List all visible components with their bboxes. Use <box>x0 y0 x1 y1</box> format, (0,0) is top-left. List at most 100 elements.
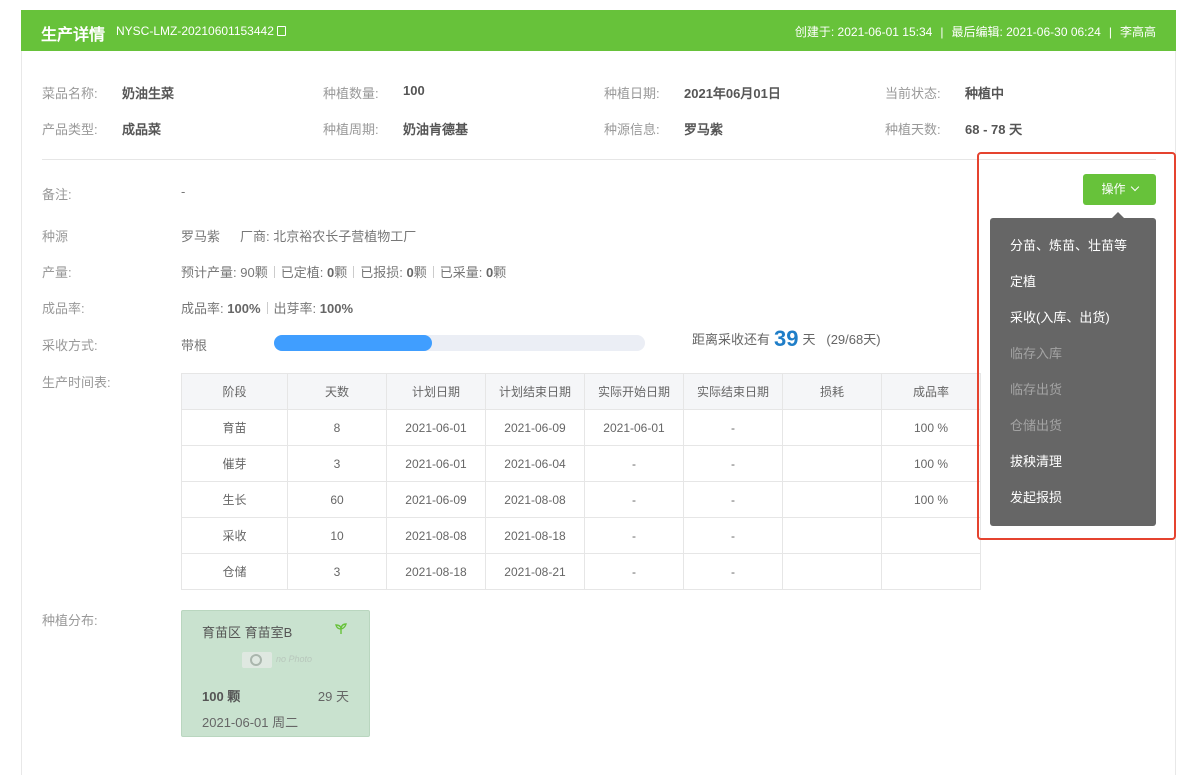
menu-item-clear-seedlings[interactable]: 拔秧清理 <box>990 444 1156 480</box>
table-cell: 2021-06-09 <box>485 409 585 446</box>
yield-expected-value: 90颗 <box>240 265 268 280</box>
table-cell: - <box>584 517 684 554</box>
rate-product-value: 100% <box>227 301 261 316</box>
rate-sprout-value: 100% <box>319 301 353 316</box>
table-cell <box>782 481 882 518</box>
table-cell: 100 % <box>881 409 981 446</box>
divider <box>273 266 275 278</box>
distribution-label: 种植分布: <box>42 613 98 628</box>
created-time: 创建于: 2021-06-01 15:34 <box>794 25 933 39</box>
rate-values: 成品率: 100% 出芽率: 100% <box>181 298 353 317</box>
table-cell: - <box>584 481 684 518</box>
yield-lost-label: 已报损: <box>360 265 403 280</box>
operation-button-label: 操作 <box>1101 182 1126 196</box>
yield-lost-value: 0 <box>406 265 414 280</box>
column-header: 损耗 <box>782 373 882 410</box>
divider <box>353 266 355 278</box>
schedule-table: 阶段 天数 计划日期 计划结束日期 实际开始日期 实际结束日期 损耗 成品率 育… <box>181 373 981 590</box>
column-header: 天数 <box>287 373 387 410</box>
harvest-method-value: 带根 <box>181 338 208 353</box>
seed-name: 罗马紫 <box>181 229 221 244</box>
table-header-row: 阶段 天数 计划日期 计划结束日期 实际开始日期 实际结束日期 损耗 成品率 <box>181 373 981 410</box>
plant-quantity-label: 种植数量: <box>323 86 379 101</box>
table-cell: 3 <box>287 445 387 482</box>
rate-sprout-label: 出芽率: <box>273 301 317 316</box>
plant-cycle-label: 种植周期: <box>323 122 379 137</box>
table-cell <box>782 553 882 590</box>
dish-name-label: 菜品名称: <box>42 86 98 101</box>
yield-planted-unit: 颗 <box>334 265 348 280</box>
table-row: 催芽 3 2021-06-01 2021-06-04- -100 % <box>181 445 981 482</box>
no-photo-placeholder: no Photo <box>242 652 327 668</box>
table-cell: 100 % <box>881 481 981 518</box>
copy-icon[interactable] <box>276 26 286 36</box>
table-cell: 2021-06-01 <box>584 409 684 446</box>
table-cell: 2021-06-04 <box>485 445 585 482</box>
menu-item-temp-stock-out: 临存出货 <box>1010 382 1063 397</box>
table-cell: - <box>683 481 783 518</box>
table-cell: 3 <box>287 553 387 590</box>
countdown-unit: 天 <box>802 332 816 347</box>
operation-button[interactable]: 操作 <box>1083 174 1156 205</box>
menu-item-temp-stock-in: 临存入库 <box>1010 346 1063 361</box>
remark-value: - <box>181 184 186 199</box>
table-cell: - <box>683 445 783 482</box>
table-cell <box>881 553 981 590</box>
column-header: 阶段 <box>181 373 288 410</box>
harvest-countdown: 距离采收还有 39 天 (29/68天) <box>692 326 881 352</box>
camera-icon <box>242 652 272 668</box>
column-header: 实际开始日期 <box>584 373 684 410</box>
meta-separator: | <box>940 25 944 39</box>
yield-expected-label: 预计产量: <box>181 265 237 280</box>
table-cell: 育苗 <box>181 409 288 446</box>
plant-quantity-value: 100 <box>403 83 425 98</box>
plant-date: 2021-06-01 周二 <box>202 715 299 730</box>
edited-time: 最后编辑: 2021-06-30 06:24 <box>951 25 1101 39</box>
table-cell: 2021-08-18 <box>386 553 486 590</box>
no-photo-text: no Photo <box>276 654 313 664</box>
menu-item-report-loss[interactable]: 发起报损 <box>990 480 1156 516</box>
countdown-days: 39 <box>774 326 799 351</box>
dish-name-value: 奶油生菜 <box>122 86 175 101</box>
header-meta: 创建于: 2021-06-01 15:34 | 最后编辑: 2021-06-30 0… <box>795 23 1156 40</box>
plant-count: 100 颗 <box>202 689 241 704</box>
record-code-text: NYSC-LMZ-20210601153442 <box>116 24 274 38</box>
table-cell: 生长 <box>181 481 288 518</box>
table-cell <box>782 445 882 482</box>
rate-product-label: 成品率: <box>181 301 224 316</box>
table-cell <box>782 517 882 554</box>
page-header: 生产详情 NYSC-LMZ-20210601153442 创建于: 2021-0… <box>21 10 1176 51</box>
seed-value: 罗马紫 厂商: 北京裕农长子营植物工厂 <box>181 226 416 245</box>
meta-separator: | <box>1108 25 1112 39</box>
table-cell: - <box>584 445 684 482</box>
menu-item-transplant-seedlings[interactable]: 分苗、炼苗、壮苗等 <box>990 228 1156 264</box>
table-cell: 2021-08-21 <box>485 553 585 590</box>
plant-date-label: 种植日期: <box>604 86 660 101</box>
menu-item-warehouse-out: 仓储出货 <box>1010 418 1063 433</box>
editor-name: 李高高 <box>1119 25 1156 39</box>
table-cell <box>782 409 882 446</box>
table-cell: 100 % <box>881 445 981 482</box>
plant-location-card[interactable]: 育苗区 育苗室B no Photo 100 颗 29 天 2021-06-01 … <box>181 610 370 737</box>
table-cell: - <box>584 553 684 590</box>
table-cell: 60 <box>287 481 387 518</box>
harvest-progress-bar <box>274 335 645 351</box>
table-cell: 2021-06-01 <box>386 409 486 446</box>
menu-item-harvest[interactable]: 采收(入库、出货) <box>990 300 1156 336</box>
record-code: NYSC-LMZ-20210601153442 <box>116 24 286 38</box>
product-type-value: 成品菜 <box>122 122 162 137</box>
table-cell: 10 <box>287 517 387 554</box>
yield-values: 预计产量: 90颗 已定植: 0颗 已报损: 0颗 已采量: 0颗 <box>181 262 506 281</box>
yield-lost-unit: 颗 <box>413 265 427 280</box>
table-cell: 2021-06-09 <box>386 481 486 518</box>
harvest-progress-fill <box>274 335 433 351</box>
divider <box>432 266 434 278</box>
yield-label: 产量: <box>42 265 72 280</box>
seed-info-value: 罗马紫 <box>684 122 724 137</box>
table-cell: - <box>683 409 783 446</box>
table-cell: 2021-08-08 <box>386 517 486 554</box>
chevron-down-icon <box>1130 182 1139 192</box>
operation-menu: 分苗、炼苗、壮苗等 定植 采收(入库、出货) 临存入库 临存出货 仓储出货 拔秧… <box>990 218 1156 526</box>
plant-cycle-value: 奶油肯德基 <box>403 122 469 137</box>
menu-item-planting[interactable]: 定植 <box>990 264 1156 300</box>
